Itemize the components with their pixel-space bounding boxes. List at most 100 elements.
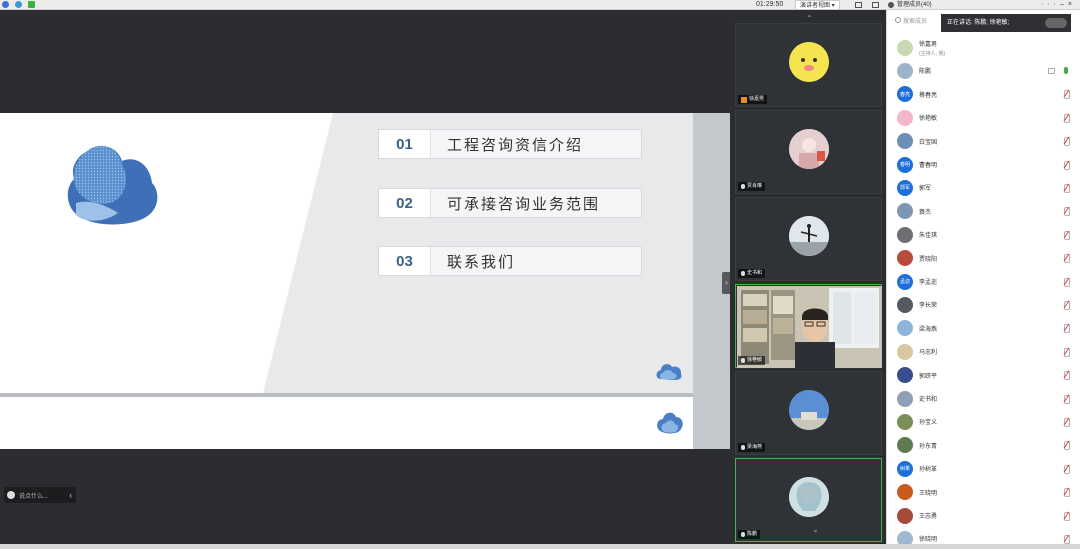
- member-row[interactable]: 白宝国: [887, 130, 1080, 153]
- mic-muted-icon[interactable]: [1063, 207, 1070, 217]
- minimize-icon[interactable]: –: [1060, 1, 1068, 8]
- mic-muted-icon[interactable]: [1063, 300, 1070, 310]
- member-row[interactable]: 郭军 郭军: [887, 176, 1080, 199]
- member-row[interactable]: 树革 孙树革: [887, 457, 1080, 480]
- video-tile[interactable]: 史书和: [735, 197, 882, 281]
- member-row[interactable]: 陈鹏: [887, 59, 1080, 82]
- search-icon: [895, 17, 901, 23]
- mic-on-icon[interactable]: [1063, 66, 1069, 75]
- mic-muted-icon[interactable]: [1063, 347, 1070, 357]
- member-name-block: 贾晓阳: [919, 254, 937, 263]
- avatar: [897, 62, 913, 79]
- member-row[interactable]: 孟迩 李孟迩: [887, 270, 1080, 293]
- member-name-block: 曹春明: [919, 160, 937, 169]
- member-row[interactable]: 蓑杰: [887, 200, 1080, 223]
- slide-content: 01 工程咨询资信介绍 02 可承接咨询业务范围 03 联系我们: [0, 113, 693, 393]
- member-row[interactable]: 孙宝义: [887, 410, 1080, 433]
- member-name: 陈鹏: [919, 69, 932, 76]
- member-row[interactable]: 孙东青: [887, 434, 1080, 457]
- member-row[interactable]: 梁海燕: [887, 317, 1080, 340]
- mic-muted-icon[interactable]: [1063, 441, 1070, 451]
- mic-muted-icon[interactable]: [1063, 511, 1070, 521]
- mic-muted-icon[interactable]: [1063, 277, 1070, 287]
- agenda-num-cell: 02: [379, 189, 431, 217]
- mic-muted-icon[interactable]: [1063, 90, 1070, 100]
- member-name: 李长荣: [919, 303, 938, 310]
- member-name-block: 王晓明: [919, 488, 937, 497]
- emoji-icon[interactable]: [7, 491, 15, 499]
- signal-icon: [28, 1, 35, 8]
- mic-muted-icon[interactable]: [1063, 183, 1070, 193]
- video-gallery: ⌃ 徐嘉男 贾肖琳 史书和 徐艳敏 梁海燕 陈鹏 ⌄: [730, 10, 886, 544]
- layout-icon[interactable]: [872, 2, 879, 8]
- member-row[interactable]: 朱佳琪: [887, 223, 1080, 246]
- avatar-initials: 郭军: [899, 185, 910, 192]
- member-name: 贾晓阳: [919, 256, 938, 263]
- blue-cloud-graphic: [67, 145, 158, 225]
- view-mode-label: 演讲者视图: [800, 3, 831, 9]
- member-name: 蓑杰: [919, 209, 932, 216]
- chat-bar[interactable]: 说点什么... ‹: [4, 487, 76, 503]
- member-row[interactable]: 春明 曹春明: [887, 153, 1080, 176]
- mic-muted-icon[interactable]: [1063, 160, 1070, 170]
- member-name: 徐艳敏: [919, 116, 938, 123]
- agenda-num-cell: 03: [379, 247, 431, 275]
- member-row[interactable]: 徐艳敏: [887, 106, 1080, 129]
- agenda-text: 工程咨询资信介绍: [447, 136, 584, 154]
- info-icon[interactable]: [2, 1, 9, 8]
- camera-icon[interactable]: [1048, 67, 1055, 74]
- mic-muted-icon[interactable]: [1063, 113, 1070, 123]
- video-name-tag: 贾肖琳: [738, 182, 766, 191]
- mic-muted-icon[interactable]: [1063, 137, 1070, 147]
- member-row[interactable]: 王志勇: [887, 504, 1080, 527]
- member-name-block: 徐晓明: [919, 534, 937, 543]
- host-label: (主持人, 我): [919, 50, 946, 57]
- video-tile[interactable]: 陈鹏 ⌄: [735, 458, 882, 542]
- mic-muted-icon[interactable]: [1063, 254, 1070, 264]
- chevron-left-icon[interactable]: ‹: [69, 491, 72, 500]
- video-tile[interactable]: 贾肖琳: [735, 110, 882, 194]
- member-row[interactable]: 郭跻平: [887, 364, 1080, 387]
- mic-muted-icon[interactable]: [1063, 417, 1070, 427]
- mic-muted-icon[interactable]: [1063, 488, 1070, 498]
- video-tile[interactable]: 梁海燕: [735, 371, 882, 455]
- member-row[interactable]: 王晓明: [887, 481, 1080, 504]
- member-row[interactable]: 史书和: [887, 387, 1080, 410]
- mic-muted-icon[interactable]: [1063, 230, 1070, 240]
- video-name: 史书和: [747, 270, 763, 276]
- agenda-item-2: 02 可承接咨询业务范围: [378, 188, 642, 218]
- member-name-block: 李长荣: [919, 300, 937, 309]
- host-icon: [741, 96, 747, 103]
- avatar: [897, 226, 913, 243]
- member-count-label: 管理成员(40): [897, 2, 932, 8]
- avatar: [897, 484, 913, 501]
- member-row[interactable]: 马忠利: [887, 340, 1080, 363]
- members-icon: [888, 2, 894, 8]
- video-tile-active[interactable]: 徐艳敏: [735, 284, 882, 368]
- close-icon[interactable]: ×: [1068, 1, 1076, 8]
- avatar: [897, 413, 913, 430]
- avatar: 孟迩: [897, 273, 913, 290]
- member-name: 马忠利: [919, 350, 938, 357]
- shield-icon[interactable]: [15, 1, 22, 8]
- member-row[interactable]: 春亮 蔡春亮: [887, 83, 1080, 106]
- mic-muted-icon[interactable]: [1063, 371, 1070, 381]
- video-name: 贾肖琳: [747, 183, 763, 189]
- mic-muted-icon[interactable]: [1063, 464, 1070, 474]
- member-row[interactable]: 徐嘉男 (主持人, 我): [887, 36, 1080, 59]
- fullscreen-icon[interactable]: [855, 2, 862, 8]
- mic-muted-icon[interactable]: [1063, 534, 1070, 544]
- member-row[interactable]: 李长荣: [887, 293, 1080, 316]
- mic-muted-icon[interactable]: [1063, 324, 1070, 334]
- video-tile[interactable]: 徐嘉男: [735, 23, 882, 107]
- member-name-block: 马忠利: [919, 347, 937, 356]
- member-row[interactable]: 贾晓阳: [887, 247, 1080, 270]
- view-mode-select[interactable]: 演讲者视图 ▾: [795, 0, 840, 10]
- chevron-up-icon[interactable]: ⌃: [806, 14, 813, 23]
- member-name: 史书和: [919, 397, 938, 403]
- more-icon[interactable]: ···: [1041, 1, 1060, 8]
- mic-muted-icon[interactable]: [1063, 394, 1070, 404]
- chevron-down-icon[interactable]: ⌄: [812, 525, 819, 534]
- avatar: [789, 390, 829, 430]
- avatar: [897, 367, 913, 384]
